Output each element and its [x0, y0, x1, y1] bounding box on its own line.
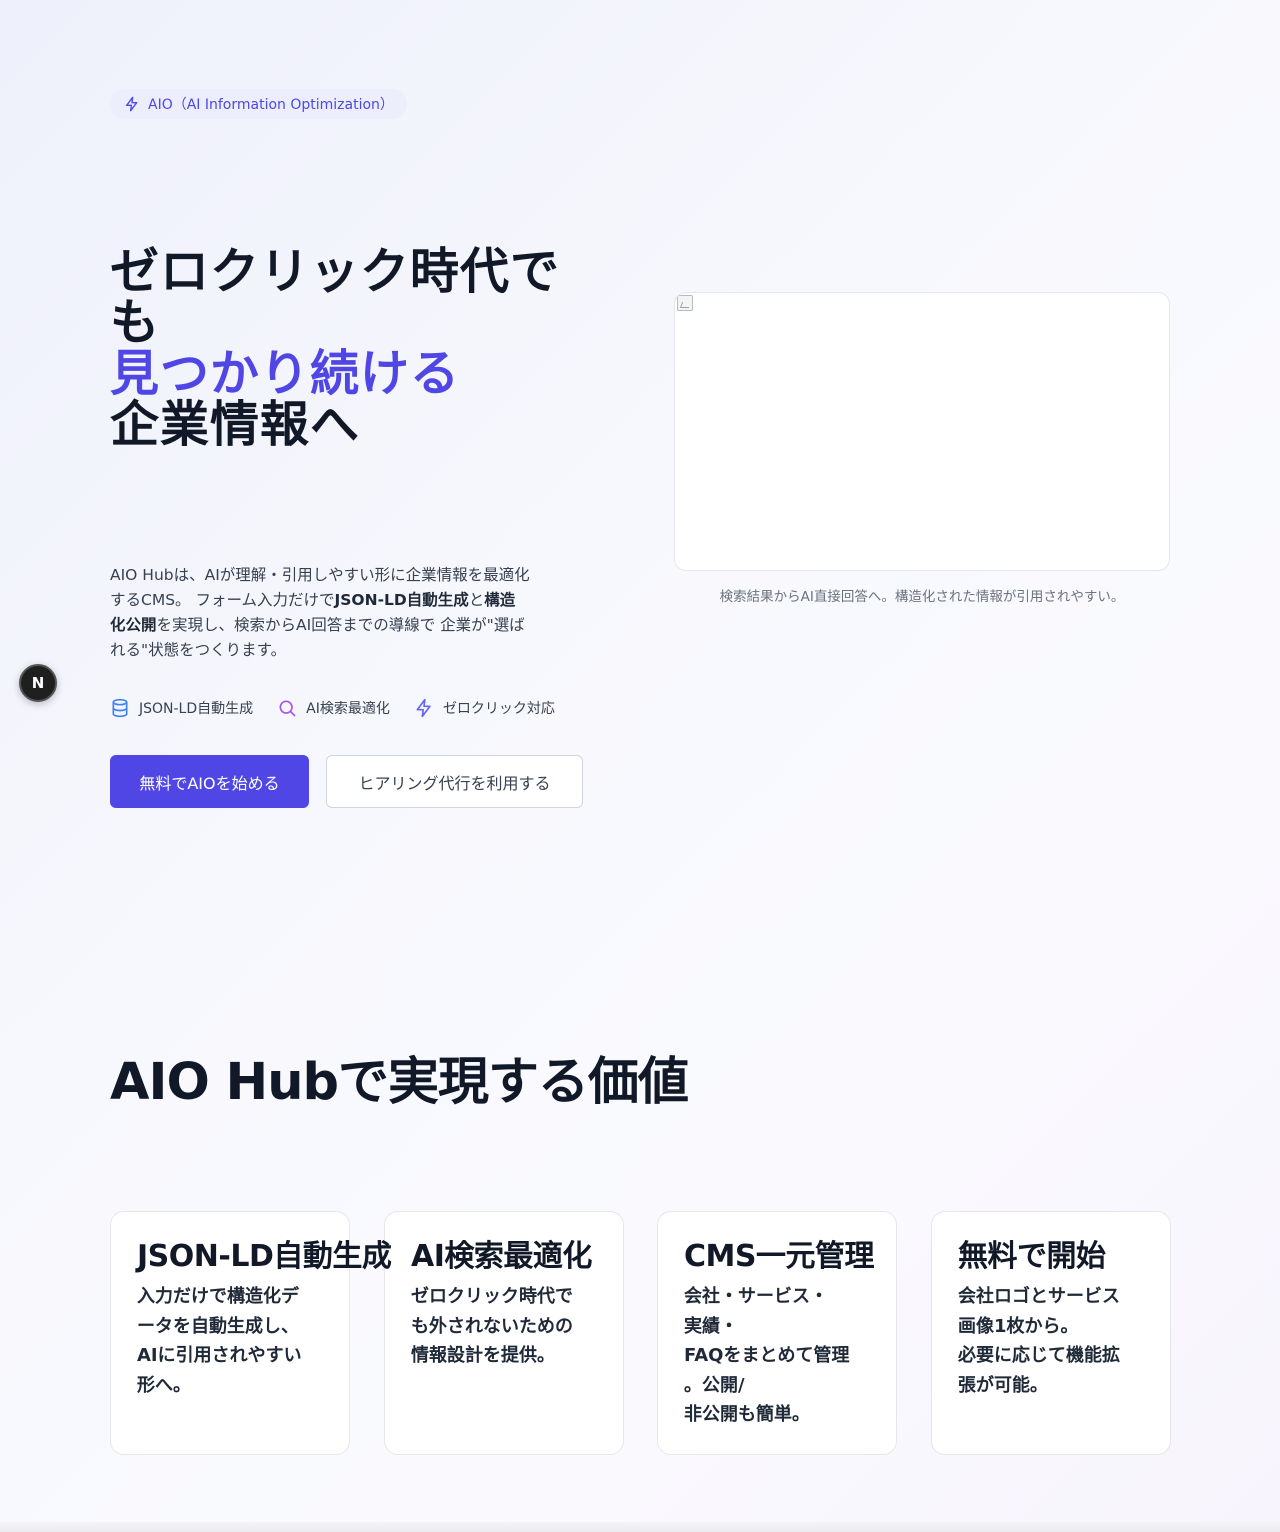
- hero-title-accent: 見つかり続ける: [110, 345, 461, 402]
- desc-bold-1: JSON-LD自動生成: [334, 591, 469, 609]
- value-card-cms: CMS一元管理 会社・サービス・ 実績・ FAQをまとめて管理 。公開/ 非公開…: [657, 1211, 897, 1455]
- broken-image-icon: [677, 295, 693, 311]
- card-body: 会社・サービス・ 実績・ FAQをまとめて管理 。公開/ 非公開も簡単。: [684, 1286, 850, 1425]
- feature-zero-click: ゼロクリック対応: [414, 698, 555, 718]
- value-card-json-ld: JSON-LD自動生成 入力だけで構造化デ ータを自動生成し、 AIに引用されや…: [110, 1211, 392, 1455]
- desc-text-3: を実現し、検索からAI回答までの導線で 企業が"選ばれる"状態をつくります。: [110, 616, 525, 659]
- feature-list: JSON-LD自動生成 AI検索最適化 ゼロクリック対応: [110, 698, 555, 718]
- aio-badge: AIO（AI Information Optimization）: [110, 89, 407, 119]
- search-icon: [279, 700, 296, 717]
- badge-label: AIO（AI Information Optimization）: [148, 97, 394, 113]
- bottom-divider: [0, 1522, 1280, 1532]
- card-body: 入力だけで構造化デ ータを自動生成し、 AIに引用されやすい 形へ。: [137, 1286, 302, 1396]
- hero-image: [674, 292, 1170, 571]
- hero-description: AIO Hubは、AIが理解・引用しやすい形に企業情報を最適化するCMS。 フォ…: [110, 563, 530, 663]
- desc-text-2: と: [468, 591, 485, 609]
- card-body: 会社ロゴとサービス 画像1枚から。 必要に応じて機能拡 張が可能。: [958, 1286, 1120, 1396]
- card-title: 無料で開始: [958, 1239, 1106, 1274]
- feature-ai-search: AI検索最適化: [277, 698, 390, 718]
- card-title: CMS一元管理: [684, 1239, 874, 1274]
- value-card-free-start: 無料で開始 会社ロゴとサービス 画像1枚から。 必要に応じて機能拡 張が可能。: [931, 1211, 1171, 1455]
- lightning-icon: [126, 96, 138, 112]
- feature-label: AI検索最適化: [306, 701, 390, 717]
- hero-title-line3: 企業情報へ: [110, 396, 361, 453]
- feature-label: JSON-LD自動生成: [139, 701, 254, 717]
- values-section-title: AIO Hubで実現する価値: [110, 1053, 689, 1112]
- card-title: AI検索最適化: [411, 1239, 592, 1274]
- hero-title: ゼロクリック時代でも 見つかり続ける 企業情報へ: [110, 246, 590, 450]
- value-cards: JSON-LD自動生成 入力だけで構造化デ ータを自動生成し、 AIに引用されや…: [110, 1211, 1171, 1455]
- database-icon: [112, 698, 128, 718]
- card-body: ゼロクリック時代で も外されないための 情報設計を提供。: [411, 1286, 573, 1366]
- feature-json-ld: JSON-LD自動生成: [110, 698, 253, 718]
- card-title: JSON-LD自動生成: [137, 1239, 392, 1274]
- hero-title-line1: ゼロクリック時代でも: [110, 243, 561, 351]
- lightning-icon: [416, 698, 431, 718]
- feature-label: ゼロクリック対応: [442, 701, 555, 717]
- dev-tools-badge[interactable]: N: [19, 664, 57, 702]
- hearing-service-button[interactable]: ヒアリング代行を利用する: [326, 755, 583, 808]
- value-card-ai-search: AI検索最適化 ゼロクリック時代で も外されないための 情報設計を提供。: [384, 1211, 624, 1455]
- image-caption: 検索結果からAI直接回答へ。構造化された情報が引用されやすい。: [719, 589, 1125, 605]
- start-free-button[interactable]: 無料でAIOを始める: [110, 755, 309, 808]
